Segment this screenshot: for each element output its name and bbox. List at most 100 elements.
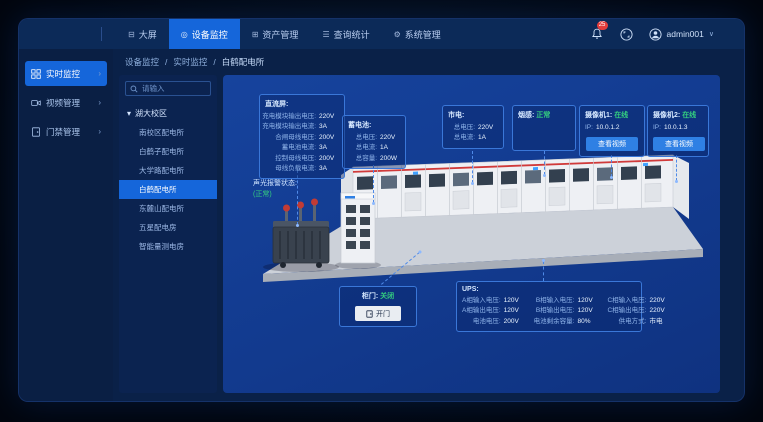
mains-panel-title: 市电:: [448, 110, 498, 120]
main-column: 设备监控 / 实时监控 / 白鹤配电所: [113, 49, 744, 402]
dc-panel-title: 直流屏:: [265, 99, 339, 109]
nav-tab-system[interactable]: ⚙ 系统管理: [382, 19, 453, 49]
breadcrumb-item[interactable]: 实时监控: [173, 56, 207, 68]
search-icon: [130, 85, 138, 93]
expand-icon: [620, 28, 633, 41]
sidebar-item-access-control[interactable]: 门禁管理 ›: [25, 119, 107, 144]
body-row: 实时监控 › 视频管理 › 门禁管理: [19, 49, 744, 402]
smoke-sensor-panel: 烟感: 正常: [512, 105, 576, 151]
metric-value: 200V: [319, 133, 339, 143]
breadcrumb-item[interactable]: 设备监控: [125, 56, 159, 68]
dc-screen-panel: 直流屏: 充电模块输出电压:220V 充电模块输出电流:3A 合闸母线电压:20…: [259, 94, 345, 179]
ups-col-c: C相输入电压:220V C相输出电压:220V 供电方式:市电: [607, 296, 669, 327]
tree-root-label: 湖大校区: [135, 108, 167, 119]
metric-label: A相输出电压:: [462, 306, 501, 316]
metric-label: 电池剩余容量:: [534, 317, 575, 327]
station-tree-panel: ▾ 湖大校区 南校区配电所 白鹤子配电所 大学路配电所 白鹤配电所 东麓山配电所…: [119, 75, 217, 393]
nav-tab-device-monitor[interactable]: ◎ 设备监控: [169, 19, 240, 49]
breadcrumb-separator: /: [213, 57, 215, 67]
notification-bell-icon[interactable]: 25: [589, 26, 605, 42]
connector-camera2: [676, 155, 677, 181]
metric-value: 1A: [380, 143, 400, 153]
metric-value: 120V: [504, 306, 524, 316]
tree-item[interactable]: 东麓山配电所: [119, 199, 217, 218]
metric-value: 220V: [380, 133, 400, 143]
chevron-right-icon: ›: [98, 69, 101, 78]
metric-value: 120V: [504, 296, 524, 306]
sidebar-item-video-manage[interactable]: 视频管理 ›: [25, 90, 107, 115]
tree-item[interactable]: 五星配电房: [119, 218, 217, 237]
metric-value: 220V: [319, 112, 339, 122]
fullscreen-icon[interactable]: [619, 26, 635, 42]
nav-tab-assets[interactable]: ⊞ 资产管理: [240, 19, 311, 49]
metric-label: 合闸母线电压:: [265, 133, 316, 143]
camera1-panel: 摄像机1: 在线 IP:10.0.1.2 查看视频: [579, 105, 645, 157]
stats-icon: ☰: [322, 30, 329, 39]
tree-item[interactable]: 智能量测电房: [119, 237, 217, 256]
metric-label: B相输出电压:: [534, 306, 575, 316]
nav-tab-label: 大屏: [139, 28, 157, 41]
door-label: 柜门:: [362, 293, 378, 300]
tree-item[interactable]: 白鹤子配电所: [119, 142, 217, 161]
nav-tab-label: 资产管理: [262, 28, 298, 41]
connector-ups: [543, 261, 544, 281]
top-navbar: ⊟ 大屏 ◎ 设备监控 ⊞ 资产管理 ☰ 查询统计 ⚙ 系统管理: [19, 19, 744, 49]
tree-item[interactable]: 大学路配电所: [119, 161, 217, 180]
camera1-title: 摄像机1: 在线: [585, 110, 639, 120]
camera2-label: 摄像机2:: [653, 112, 680, 119]
nav-tab-label: 设备监控: [192, 28, 228, 41]
breadcrumb-separator: /: [165, 57, 167, 67]
tree-root-node[interactable]: ▾ 湖大校区: [119, 104, 217, 123]
alarm-status: (正常): [253, 190, 297, 201]
open-door-button[interactable]: 开门: [355, 306, 401, 321]
nav-tab-query-stats[interactable]: ☰ 查询统计: [310, 19, 381, 49]
metric-label: 蓄电池电流:: [265, 143, 316, 153]
ip-label: IP:: [585, 123, 593, 133]
ups-col-a: A相输入电压:120V A相输出电压:120V 电池电压:200V: [462, 296, 524, 327]
smoke-label: 烟感:: [518, 112, 534, 119]
metric-value: 市电: [649, 317, 669, 327]
nav-tab-label: 查询统计: [334, 28, 370, 41]
camera2-status: 在线: [682, 112, 696, 119]
smoke-panel-title: 烟感: 正常: [518, 110, 570, 120]
user-menu[interactable]: admin001 ∨: [649, 28, 714, 41]
ups-col-b: B相输入电压:120V B相输出电压:120V 电池剩余容量:80%: [534, 296, 598, 327]
nav-tab-dashboard[interactable]: ⊟ 大屏: [116, 19, 169, 49]
metric-label: 电池电压:: [462, 317, 501, 327]
ups-title: UPS:: [462, 286, 636, 293]
metric-label: C相输出电压:: [607, 306, 646, 316]
metric-value: 220V: [649, 306, 669, 316]
metric-label: 总容量:: [348, 154, 377, 164]
sidebar-item-realtime-monitor[interactable]: 实时监控 ›: [25, 61, 107, 86]
sidebar-item-label: 实时监控: [46, 68, 80, 80]
mains-power-panel: 市电: 总电压:220V 总电流:1A: [442, 105, 504, 149]
metric-label: 控制母线电压:: [265, 154, 316, 164]
ip-value: 10.0.1.3: [664, 123, 688, 133]
tree-item-active[interactable]: 白鹤配电所: [119, 180, 217, 199]
tree-search: [125, 81, 211, 96]
tree-search-input[interactable]: [142, 84, 206, 93]
metric-value: 200W: [380, 154, 400, 164]
metric-value: 3A: [319, 143, 339, 153]
metric-label: 母线负载电流:: [265, 164, 316, 174]
battery-panel-title: 蓄电池:: [348, 120, 400, 130]
metric-value: 3A: [319, 164, 339, 174]
metric-value: 220V: [478, 123, 498, 133]
topbar-right: 25 admin001 ∨: [589, 26, 744, 42]
metric-label: 总电流:: [348, 143, 377, 153]
sidebar: 实时监控 › 视频管理 › 门禁管理: [19, 49, 113, 402]
view-video-button[interactable]: 查看视频: [653, 137, 705, 151]
gear-icon: ⚙: [394, 30, 401, 39]
connector-smoke: [544, 151, 545, 175]
video-camera-icon: [31, 98, 41, 108]
breadcrumb: 设备监控 / 实时监控 / 白鹤配电所: [113, 49, 744, 75]
metric-label: 总电压:: [348, 133, 377, 143]
ip-label: IP:: [653, 123, 661, 133]
view-video-button[interactable]: 查看视频: [586, 137, 638, 151]
door-icon: [31, 127, 41, 137]
metric-value: 220V: [649, 296, 669, 306]
tree-item[interactable]: 南校区配电所: [119, 123, 217, 142]
metric-label: A相输入电压:: [462, 296, 501, 306]
metric-value: 200V: [504, 317, 524, 327]
metric-label: C相输入电压:: [607, 296, 646, 306]
